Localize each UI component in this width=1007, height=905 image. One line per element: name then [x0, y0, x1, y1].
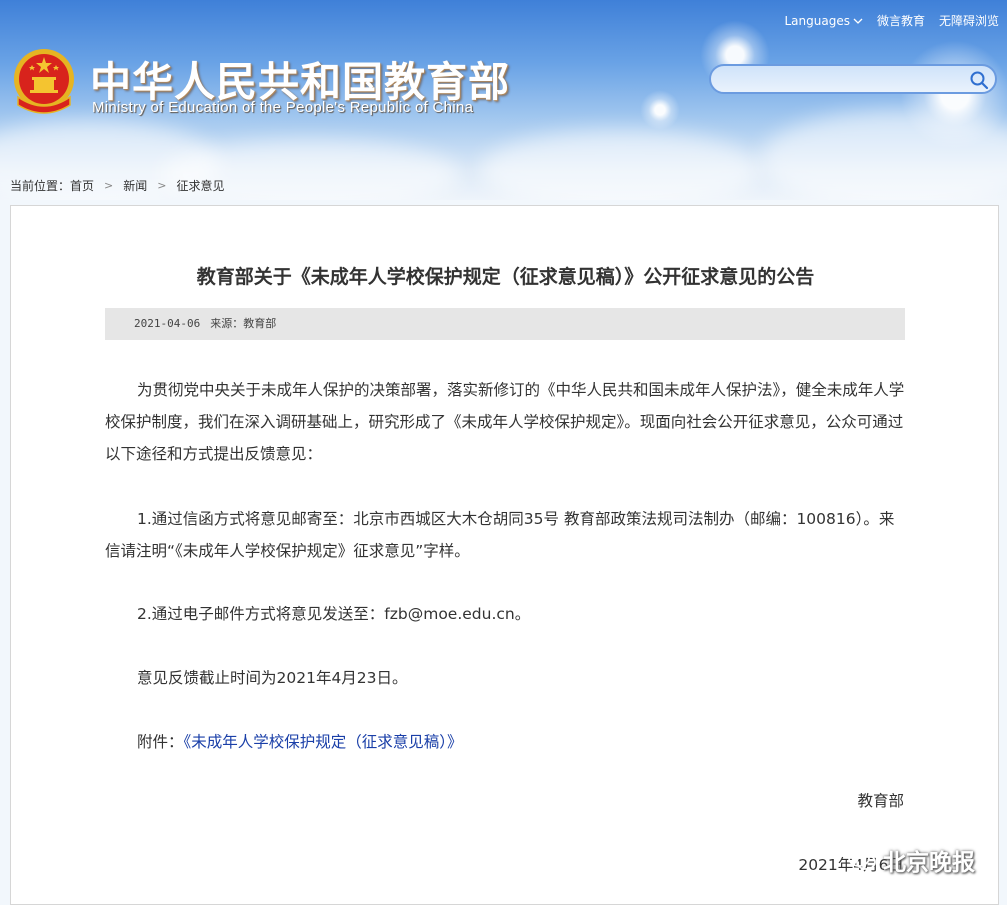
dandelion-decoration	[900, 40, 1007, 150]
top-links: Languages 微言教育 无障碍浏览	[784, 12, 999, 29]
search-box	[709, 64, 997, 94]
languages-dropdown[interactable]: Languages	[784, 12, 863, 29]
breadcrumb-prefix: 当前位置：	[10, 179, 71, 193]
article-container: 教育部关于《未成年人学校保护规定（征求意见稿）》公开征求意见的公告 2021-0…	[10, 205, 999, 905]
search-icon[interactable]	[969, 70, 989, 90]
article-source: 来源：教育部	[210, 317, 277, 330]
cloud-decoration	[480, 130, 760, 200]
article-title: 教育部关于《未成年人学校保护规定（征求意见稿）》公开征求意见的公告	[196, 266, 815, 288]
site-header: 中华人民共和国教育部 Ministry of Education of the …	[0, 0, 1007, 200]
languages-label: Languages	[784, 13, 850, 28]
search-input[interactable]	[723, 69, 967, 91]
watermark: 北京晚报	[847, 843, 975, 877]
article-paragraph: 1.通过信函方式将意见邮寄至：北京市西城区大木仓胡同35号 教育部政策法规司法制…	[105, 503, 905, 567]
chevron-down-icon	[853, 18, 863, 24]
weiyan-education-link[interactable]: 微言教育	[877, 12, 925, 29]
watermark-text: 北京晚报	[883, 850, 975, 876]
breadcrumb-news[interactable]: 新闻	[123, 177, 147, 194]
article-paragraph: 意见反馈截止时间为2021年4月23日。	[105, 662, 905, 694]
intro-paragraph: 为贯彻党中央关于未成年人保护的决策部署，落实新修订的《中华人民共和国未成年人保护…	[105, 381, 905, 463]
article-date: 2021-04-06	[134, 317, 201, 330]
article-paragraph: 为贯彻党中央关于未成年人保护的决策部署，落实新修订的《中华人民共和国未成年人保护…	[105, 374, 905, 470]
email-paragraph: 2.通过电子邮件方式将意见发送至：fzb@moe.edu.cn。	[137, 605, 531, 623]
attachment-row: 附件：《未成年人学校保护规定（征求意见稿）》	[105, 726, 905, 758]
breadcrumb: 当前位置： 首页 > 新闻 > 征求意见	[10, 177, 225, 194]
mail-paragraph: 1.通过信函方式将意见邮寄至：北京市西城区大木仓胡同35号 教育部政策法规司法制…	[105, 510, 895, 560]
wechat-icon	[848, 849, 876, 870]
signature: 教育部	[857, 792, 904, 810]
chevron-right-icon: >	[157, 179, 167, 192]
attachment-label: 附件：	[137, 733, 184, 751]
article-meta-bar: 2021-04-06 来源：教育部	[105, 308, 905, 340]
attachment-link[interactable]: 《未成年人学校保护规定（征求意见稿）》	[184, 733, 463, 751]
chevron-right-icon: >	[104, 179, 114, 192]
accessible-browsing-link[interactable]: 无障碍浏览	[939, 12, 999, 29]
breadcrumb-home[interactable]: 首页	[70, 177, 94, 194]
site-title-english[interactable]: Ministry of Education of the People's Re…	[92, 99, 473, 116]
deadline-paragraph: 意见反馈截止时间为2021年4月23日。	[137, 669, 408, 687]
article-paragraph: 2.通过电子邮件方式将意见发送至：fzb@moe.edu.cn。	[105, 598, 905, 630]
dandelion-decoration	[640, 90, 680, 130]
national-emblem-icon	[14, 49, 74, 114]
breadcrumb-solicit-opinions[interactable]: 征求意见	[176, 177, 224, 194]
